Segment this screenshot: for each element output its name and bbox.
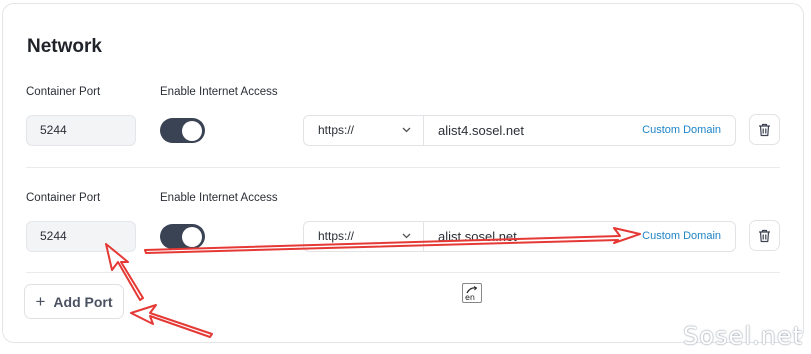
annotation-arrows: [105, 227, 641, 338]
arrow-to-custom-domain: [144, 227, 641, 254]
arrow-to-add-port: [130, 304, 213, 338]
watermark: Sosel.net: [683, 322, 803, 350]
arrow-to-port-input: [105, 243, 144, 301]
